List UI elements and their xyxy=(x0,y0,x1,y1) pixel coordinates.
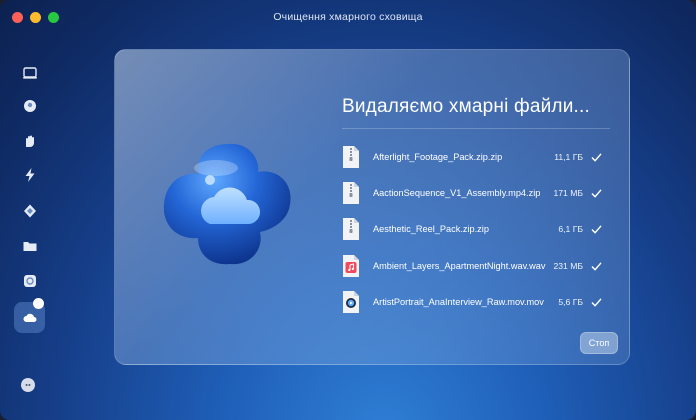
zip-file-icon xyxy=(343,182,359,204)
active-indicator-dot xyxy=(33,298,44,309)
close-window-button[interactable] xyxy=(12,12,23,23)
title-bar: Очищення хмарного сховища xyxy=(0,0,696,34)
video-file-icon xyxy=(343,291,359,313)
file-size: 171 МБ xyxy=(553,188,583,198)
cleanup-icon xyxy=(24,100,36,112)
sidebar-item-applications[interactable] xyxy=(17,198,43,224)
file-size: 6,1 ГБ xyxy=(558,224,583,234)
assistant-button[interactable] xyxy=(21,378,35,392)
file-row: Aesthetic_Reel_Pack.zip.zip 6,1 ГБ xyxy=(342,215,602,243)
checkmark-icon xyxy=(591,189,602,197)
file-name: Ambient_Layers_ApartmentNight.wav.wav xyxy=(373,261,546,271)
cloud-cleanup-icon xyxy=(23,313,36,322)
file-name: Aesthetic_Reel_Pack.zip.zip xyxy=(373,224,489,234)
cloud-blob-icon xyxy=(163,143,291,265)
file-size: 231 МБ xyxy=(553,261,583,271)
checkmark-icon xyxy=(591,225,602,233)
protection-icon xyxy=(26,135,34,147)
file-row: ArtistPortrait_AnaInterview_Raw.mov.mov … xyxy=(342,288,602,316)
audio-file-icon xyxy=(343,255,359,277)
sidebar-item-cleanup[interactable] xyxy=(17,93,43,119)
checkmark-icon xyxy=(591,298,602,306)
file-row: Afterlight_Footage_Pack.zip.zip 11,1 ГБ xyxy=(342,143,602,171)
file-row: AactionSequence_V1_Assembly.mp4.zip 171 … xyxy=(342,179,602,207)
performance-icon xyxy=(25,168,35,182)
minimize-window-button[interactable] xyxy=(30,12,41,23)
window-title: Очищення хмарного сховища xyxy=(273,11,423,23)
title-divider xyxy=(342,128,610,129)
file-row: Ambient_Layers_ApartmentNight.wav.wav 23… xyxy=(342,252,602,280)
page-title: Видаляємо хмарні файли... xyxy=(342,96,590,117)
file-size: 5,6 ГБ xyxy=(558,297,583,307)
checkmark-icon xyxy=(591,262,602,270)
sidebar-item-protection[interactable] xyxy=(17,128,43,154)
file-name: AactionSequence_V1_Assembly.mp4.zip xyxy=(373,188,541,198)
window-controls xyxy=(12,12,59,23)
stop-button[interactable]: Стоп xyxy=(580,332,618,354)
zip-file-icon xyxy=(343,146,359,168)
checkmark-icon xyxy=(591,153,602,161)
smart-scan-icon xyxy=(23,67,37,79)
assistant-icon xyxy=(25,384,31,386)
sidebar-item-smart-scan[interactable] xyxy=(17,60,43,86)
file-name: Afterlight_Footage_Pack.zip.zip xyxy=(373,152,503,162)
zip-file-icon xyxy=(343,218,359,240)
sidebar xyxy=(0,52,60,420)
sidebar-item-performance[interactable] xyxy=(17,162,43,188)
files-icon xyxy=(23,242,37,251)
sidebar-item-files[interactable] xyxy=(17,233,43,259)
app-window: Очищення хмарного сховища Видаляємо хмар… xyxy=(0,0,696,420)
applications-icon xyxy=(24,204,36,218)
maximize-window-button[interactable] xyxy=(48,12,59,23)
sidebar-item-space-lens[interactable] xyxy=(17,268,43,294)
file-name: ArtistPortrait_AnaInterview_Raw.mov.mov xyxy=(373,297,544,307)
space-lens-icon xyxy=(24,275,36,287)
file-size: 11,1 ГБ xyxy=(554,152,583,162)
